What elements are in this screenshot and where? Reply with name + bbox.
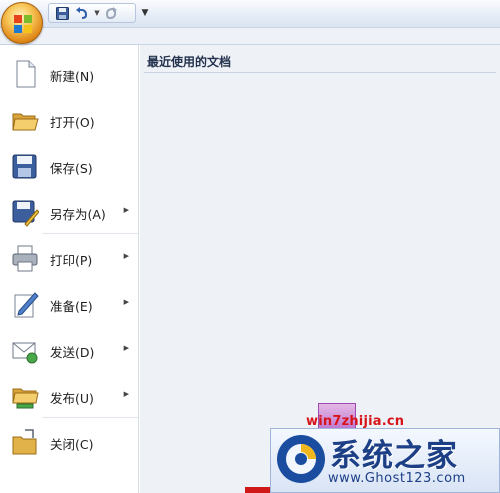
menu-item-close[interactable]: 关闭(C): [0, 419, 139, 465]
floppy-disk-icon: [12, 154, 37, 179]
menu-item-publish[interactable]: 发布(U) ▶: [0, 373, 139, 419]
close-folder-icon: [12, 429, 37, 455]
menu-item-label: 打开(O): [50, 115, 95, 130]
watermark-name: 系统之家: [330, 438, 458, 474]
submenu-arrow-icon: ▶: [123, 252, 129, 260]
undo-icon[interactable]: [73, 5, 91, 21]
printer-icon: [12, 245, 38, 272]
recent-documents-title: 最近使用的文档: [147, 55, 232, 69]
menu-item-send[interactable]: 发送(D) ▶: [0, 327, 139, 373]
new-document-icon: [16, 60, 36, 88]
redo-icon[interactable]: [103, 5, 121, 21]
submenu-arrow-icon: ▶: [123, 206, 129, 214]
save-as-icon: [12, 200, 39, 227]
menu-separator: [42, 233, 138, 234]
menu-item-label: 发布(U): [50, 391, 94, 406]
watermark-site: win7zhijia.cn: [306, 414, 405, 429]
menu-item-label: 发送(D): [50, 345, 95, 360]
menu-item-label: 打印(P): [50, 253, 93, 268]
menu-separator: [42, 417, 138, 418]
send-mail-icon: [12, 342, 38, 364]
recent-title-divider: [144, 72, 496, 73]
menu-item-save-as[interactable]: 另存为(A) ▶: [0, 189, 139, 235]
quick-access-toolbar: ▼: [48, 3, 136, 23]
menu-item-new[interactable]: 新建(N): [0, 51, 139, 97]
undo-dropdown-chevron-icon[interactable]: ▼: [93, 9, 101, 17]
watermark-red-bar: [245, 487, 270, 493]
menu-item-save[interactable]: 保存(S): [0, 143, 139, 189]
menu-item-label: 另存为(A): [50, 207, 106, 222]
menu-item-prepare[interactable]: 准备(E) ▶: [0, 281, 139, 327]
menu-commands: 新建(N) 打开(O) 保存(S) 另存为(A) ▶ 打印(P) ▶ 准备(E)…: [0, 45, 139, 493]
menu-item-print[interactable]: 打印(P) ▶: [0, 235, 139, 281]
publish-folder-icon: [12, 388, 39, 409]
open-folder-icon: [12, 113, 39, 131]
floppy-disk-icon[interactable]: [53, 5, 71, 21]
menu-item-open[interactable]: 打开(O): [0, 97, 139, 143]
office-menu: 新建(N) 打开(O) 保存(S) 另存为(A) ▶ 打印(P) ▶ 准备(E)…: [0, 44, 500, 493]
submenu-arrow-icon: ▶: [123, 344, 129, 352]
customize-toolbar-icon[interactable]: ▼: [140, 7, 150, 19]
menu-item-label: 准备(E): [50, 299, 93, 314]
menu-item-label: 保存(S): [50, 161, 93, 176]
menu-item-label: 关闭(C): [50, 437, 94, 452]
submenu-arrow-icon: ▶: [123, 298, 129, 306]
submenu-arrow-icon: ▶: [123, 390, 129, 398]
office-button[interactable]: [1, 2, 43, 44]
watermark-logo-icon: [277, 435, 325, 483]
prepare-pen-icon: [14, 292, 39, 318]
office-logo-icon: [14, 15, 32, 33]
watermark-url: www.Ghost123.com: [328, 471, 466, 486]
menu-item-label: 新建(N): [50, 69, 95, 84]
